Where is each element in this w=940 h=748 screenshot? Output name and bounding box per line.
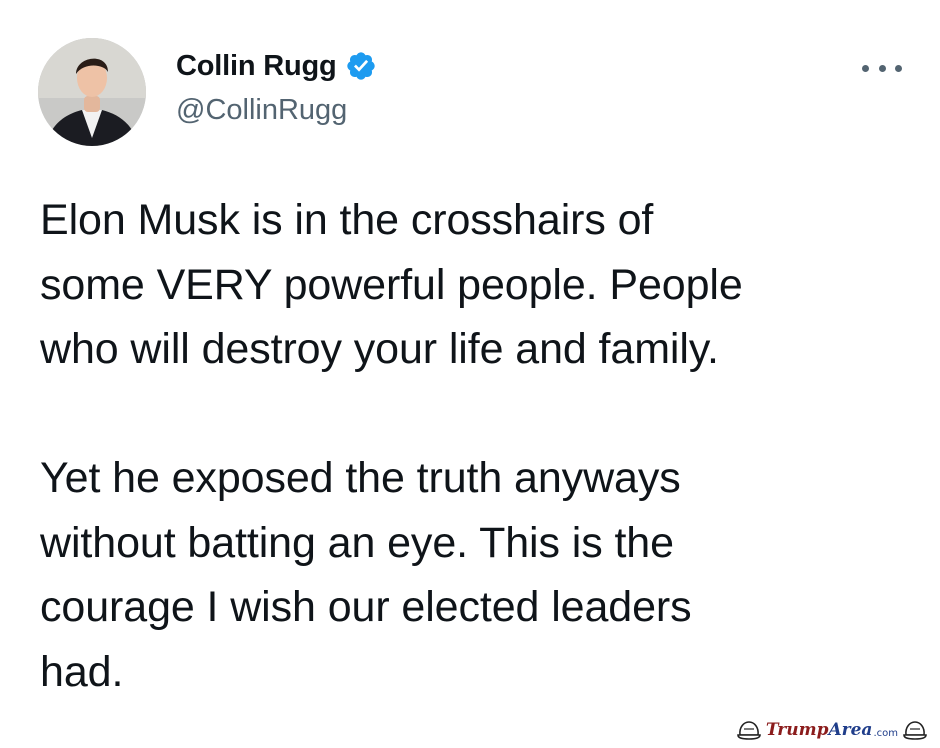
author-display-name[interactable]: Collin Rugg <box>176 50 337 83</box>
watermark-tld: .com <box>873 727 898 739</box>
watermark-brand-b: Area <box>828 720 873 740</box>
hat-logo-icon <box>737 721 761 740</box>
more-dot <box>895 64 902 72</box>
more-dot <box>878 64 886 72</box>
author-name-row: Collin Rugg <box>176 46 377 86</box>
watermark: TrumpArea .com <box>732 716 932 744</box>
author-handle[interactable]: @CollinRugg <box>176 94 377 127</box>
tweet-text: Elon Musk is in the crosshairs of some V… <box>40 196 743 696</box>
more-dot <box>862 64 869 72</box>
hat-logo-icon <box>903 721 927 740</box>
tweet-author: Collin Rugg @CollinRugg <box>176 46 377 127</box>
more-options-icon[interactable] <box>862 60 902 76</box>
watermark-brand: TrumpArea <box>766 720 873 740</box>
verified-badge-icon <box>346 52 375 80</box>
avatar[interactable] <box>38 38 146 146</box>
profile-photo <box>38 38 146 146</box>
tweet-card: Collin Rugg @CollinRugg Elon Musk is in … <box>0 0 940 748</box>
watermark-brand-a: Trump <box>765 720 829 740</box>
